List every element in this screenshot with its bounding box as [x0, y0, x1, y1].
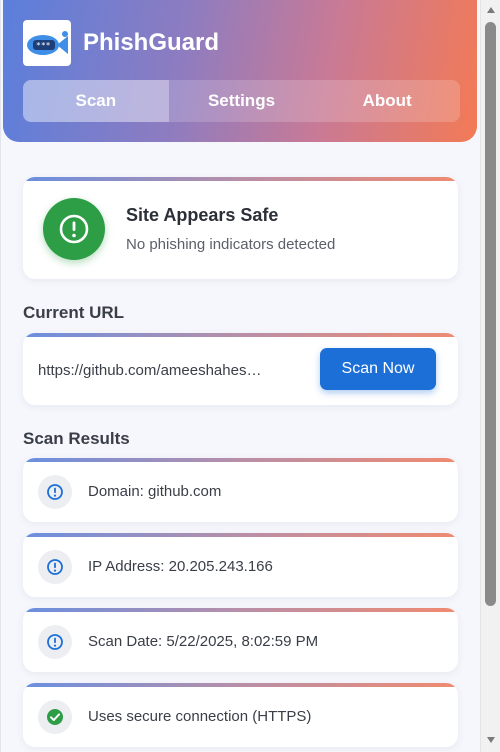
current-url-heading: Current URL [23, 303, 125, 322]
current-url-text: https://github.com/ameeshahes… [38, 362, 262, 379]
result-icon-badge [38, 550, 72, 584]
result-text: Uses secure connection (HTTPS) [88, 708, 312, 725]
svg-text:***: *** [36, 41, 51, 50]
status-title: Site Appears Safe [126, 205, 279, 225]
tab-bar: Scan Settings About [23, 80, 460, 122]
tab-scan[interactable]: Scan [23, 80, 169, 122]
result-icon-badge [38, 625, 72, 659]
phishguard-logo-icon: *** [27, 31, 68, 55]
app-logo: *** [23, 20, 71, 66]
info-icon [47, 559, 63, 575]
result-icon-badge [38, 475, 72, 509]
result-item: Domain: github.com [23, 458, 458, 522]
result-text: Domain: github.com [88, 483, 222, 500]
scroll-down-arrow-icon[interactable] [481, 732, 500, 748]
result-item: Scan Date: 5/22/2025, 8:02:59 PM [23, 608, 458, 672]
status-subtitle: No phishing indicators detected [126, 236, 336, 253]
scroll-up-arrow-icon[interactable] [481, 2, 500, 18]
scan-results-heading: Scan Results [23, 429, 130, 448]
url-card: https://github.com/ameeshahes… Scan Now [23, 333, 458, 405]
scrollbar-thumb[interactable] [485, 22, 496, 606]
info-icon [47, 634, 63, 650]
check-icon [47, 709, 63, 725]
result-item: IP Address: 20.205.243.166 [23, 533, 458, 597]
tab-settings[interactable]: Settings [169, 80, 315, 122]
app-title: PhishGuard [83, 29, 220, 56]
result-text: IP Address: 20.205.243.166 [88, 558, 273, 575]
tab-about[interactable]: About [314, 80, 460, 122]
alert-circle-icon [59, 214, 89, 244]
result-text: Scan Date: 5/22/2025, 8:02:59 PM [88, 633, 319, 650]
scan-now-button[interactable]: Scan Now [320, 348, 436, 390]
scrollbar[interactable] [480, 0, 500, 752]
header: *** PhishGuard Scan Settings About [3, 0, 477, 142]
extension-popup: *** PhishGuard Scan Settings About Site … [0, 0, 480, 752]
result-icon-badge [38, 700, 72, 734]
status-icon-badge [43, 198, 105, 260]
result-item: Uses secure connection (HTTPS) [23, 683, 458, 747]
info-icon [47, 484, 63, 500]
status-card: Site Appears Safe No phishing indicators… [23, 177, 458, 279]
